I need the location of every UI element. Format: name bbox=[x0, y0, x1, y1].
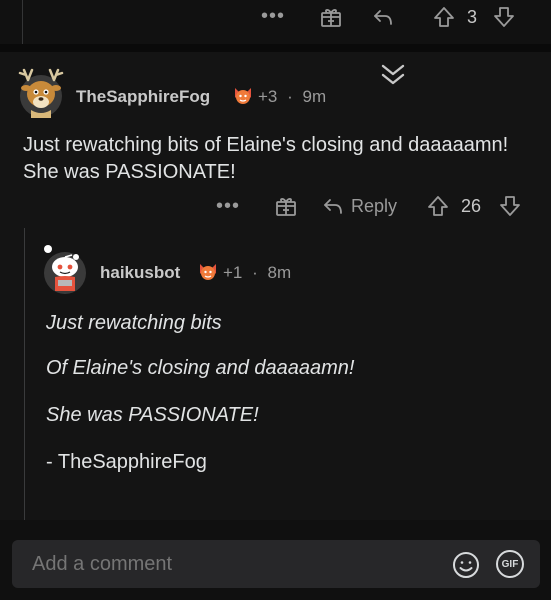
comment-thread-screen: ••• 3 TheSapphireFog +3 · 9m Just rewatc… bbox=[0, 0, 551, 600]
vote-count: 26 bbox=[461, 196, 482, 216]
reply-username[interactable]: haikusbot bbox=[100, 263, 180, 283]
reply-arrow-icon[interactable] bbox=[370, 4, 396, 30]
reply-meta: +1 · 8m bbox=[223, 263, 291, 283]
gif-label: GIF bbox=[496, 550, 524, 578]
avatar[interactable] bbox=[16, 66, 66, 118]
downvote-icon[interactable] bbox=[492, 4, 516, 30]
comment-body: Just rewatching bits of Elaine's closing… bbox=[23, 134, 509, 183]
vote-count: 3 bbox=[467, 7, 478, 27]
flair-icon bbox=[232, 85, 254, 107]
haiku-signature: - TheSapphireFog bbox=[46, 451, 207, 473]
karma-count: +1 bbox=[223, 263, 243, 282]
collapse-chevron-icon[interactable] bbox=[378, 62, 408, 88]
award-gift-icon[interactable] bbox=[318, 4, 344, 30]
thread-line bbox=[22, 0, 23, 44]
separator bbox=[0, 44, 551, 52]
award-gift-icon[interactable] bbox=[273, 193, 299, 219]
karma-count: +3 bbox=[258, 87, 278, 106]
comment-input[interactable] bbox=[32, 553, 432, 576]
reply-arrow-icon[interactable] bbox=[320, 193, 346, 219]
comment-age: 9m bbox=[302, 87, 327, 106]
meta-separator: · bbox=[287, 87, 293, 106]
reply-button[interactable]: Reply bbox=[351, 196, 397, 217]
emoji-icon[interactable] bbox=[451, 550, 481, 580]
upvote-icon[interactable] bbox=[426, 193, 450, 219]
reply-age: 8m bbox=[267, 263, 292, 282]
downvote-icon[interactable] bbox=[498, 193, 522, 219]
more-options-icon[interactable]: ••• bbox=[261, 6, 284, 26]
haiku-line: She was PASSIONATE! bbox=[46, 404, 259, 426]
gif-button[interactable]: GIF bbox=[496, 550, 524, 578]
upvote-icon[interactable] bbox=[432, 4, 456, 30]
more-options-icon[interactable]: ••• bbox=[216, 196, 239, 216]
previous-comment-actions: ••• 3 bbox=[0, 0, 551, 44]
flair-icon bbox=[197, 261, 219, 283]
avatar[interactable] bbox=[42, 243, 88, 297]
thread-line bbox=[24, 228, 25, 520]
comment-meta: +3 · 9m bbox=[258, 87, 326, 107]
haiku-line: Just rewatching bits bbox=[46, 312, 222, 334]
comment-username[interactable]: TheSapphireFog bbox=[76, 87, 210, 107]
haiku-line: Of Elaine's closing and daaaaamn! bbox=[46, 357, 355, 379]
meta-separator: · bbox=[252, 263, 258, 282]
